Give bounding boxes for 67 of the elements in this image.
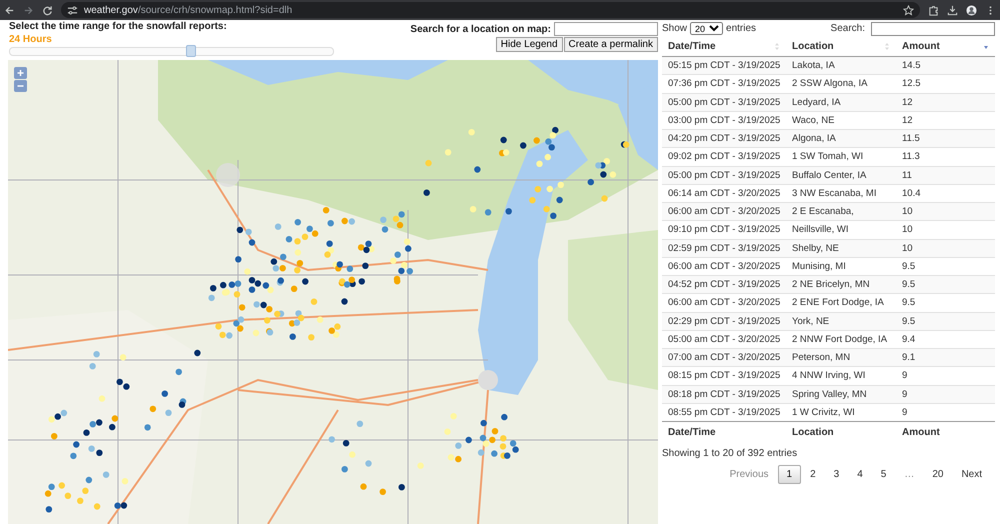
date-time-cell: 08:18 pm CDT - 3/19/2025: [662, 385, 786, 404]
date-time-cell: 05:00 pm CDT - 3/19/2025: [662, 93, 786, 112]
length-label: entries: [726, 23, 756, 34]
date-time-cell: 04:20 pm CDT - 3/19/2025: [662, 130, 786, 148]
star-icon[interactable]: [903, 4, 914, 16]
column-footer: Date/Time: [662, 422, 786, 442]
date-time-cell: 05:15 pm CDT - 3/19/2025: [662, 56, 786, 75]
slider-handle[interactable]: [186, 45, 196, 57]
date-time-cell: 02:29 pm CDT - 3/19/2025: [662, 312, 786, 330]
reload-icon[interactable]: [42, 4, 53, 16]
site-info-icon[interactable]: [67, 4, 78, 16]
location-cell: York, NE: [786, 312, 896, 330]
url-text[interactable]: weather.gov/source/crh/snowmap.html?sid=dlh: [84, 4, 292, 16]
location-cell: Shelby, NE: [786, 239, 896, 258]
amount-cell: 9: [896, 385, 995, 404]
back-icon[interactable]: [4, 4, 15, 16]
location-cell: Lakota, IA: [786, 56, 896, 75]
date-time-cell: 05:00 pm CDT - 3/19/2025: [662, 166, 786, 184]
amount-cell: 11.5: [896, 130, 995, 148]
amount-cell: 14.5: [896, 56, 995, 75]
location-cell: 2 NE Bricelyn, MN: [786, 276, 896, 294]
page-nav-button[interactable]: Next: [952, 465, 991, 484]
amount-cell: 9.1: [896, 348, 995, 367]
location-cell: Spring Valley, MN: [786, 385, 896, 404]
amount-cell: 9.5: [896, 312, 995, 330]
toolbar-button[interactable]: Create a permalink: [564, 37, 658, 52]
page-ellipsis: …: [903, 468, 916, 482]
amount-cell: 10: [896, 239, 995, 258]
location-cell: 2 E Escanaba,: [786, 202, 896, 221]
location-cell: 1 W Crivitz, WI: [786, 403, 896, 422]
date-time-cell: 07:00 am CDT - 3/20/2025: [662, 348, 786, 367]
amount-cell: 10: [896, 202, 995, 221]
amount-cell: 9: [896, 403, 995, 422]
date-time-cell: 06:00 am CDT - 3/20/2025: [662, 202, 786, 221]
search-field[interactable]: [871, 22, 995, 36]
entries-info: Showing 1 to 20 of 392 entries: [662, 448, 798, 459]
page-button[interactable]: 20: [923, 465, 952, 484]
page-button[interactable]: 5: [872, 465, 896, 484]
forward-icon[interactable]: [23, 4, 34, 16]
time-range-label: Select the time range for the snowfall reports:: [9, 21, 228, 32]
date-time-cell: 08:55 pm CDT - 3/19/2025: [662, 403, 786, 422]
puzzle-icon[interactable]: [928, 4, 939, 16]
time-range-slider[interactable]: [9, 47, 334, 56]
search-label: Search:: [830, 23, 865, 34]
date-time-cell: 02:59 pm CDT - 3/19/2025: [662, 239, 786, 258]
amount-cell: 12: [896, 93, 995, 112]
amount-cell: 9.5: [896, 276, 995, 294]
amount-cell: 11: [896, 166, 995, 184]
page-button[interactable]: 4: [848, 465, 872, 484]
length-label: Show: [662, 23, 688, 34]
download-icon[interactable]: [947, 4, 958, 16]
location-cell: Ledyard, IA: [786, 93, 896, 112]
location-cell: Peterson, MN: [786, 348, 896, 367]
search-label: Search for a location on map:: [410, 24, 551, 34]
search-field[interactable]: [554, 22, 658, 36]
page-length-dropdown[interactable]: 20: [690, 22, 724, 35]
column-footer: Amount: [896, 422, 995, 442]
toolbar-button[interactable]: Hide Legend: [496, 37, 563, 52]
page-button[interactable]: 3: [824, 465, 848, 484]
page-button[interactable]: 2: [801, 465, 825, 484]
time-range-value: 24 Hours: [9, 34, 53, 45]
location-cell: Buffalo Center, IA: [786, 166, 896, 184]
column-footer: Location: [786, 422, 896, 442]
avatar-icon[interactable]: [966, 4, 977, 16]
page-button[interactable]: 1: [778, 465, 802, 484]
location-cell: Algona, IA: [786, 130, 896, 148]
date-time-cell: 04:52 pm CDT - 3/19/2025: [662, 276, 786, 294]
